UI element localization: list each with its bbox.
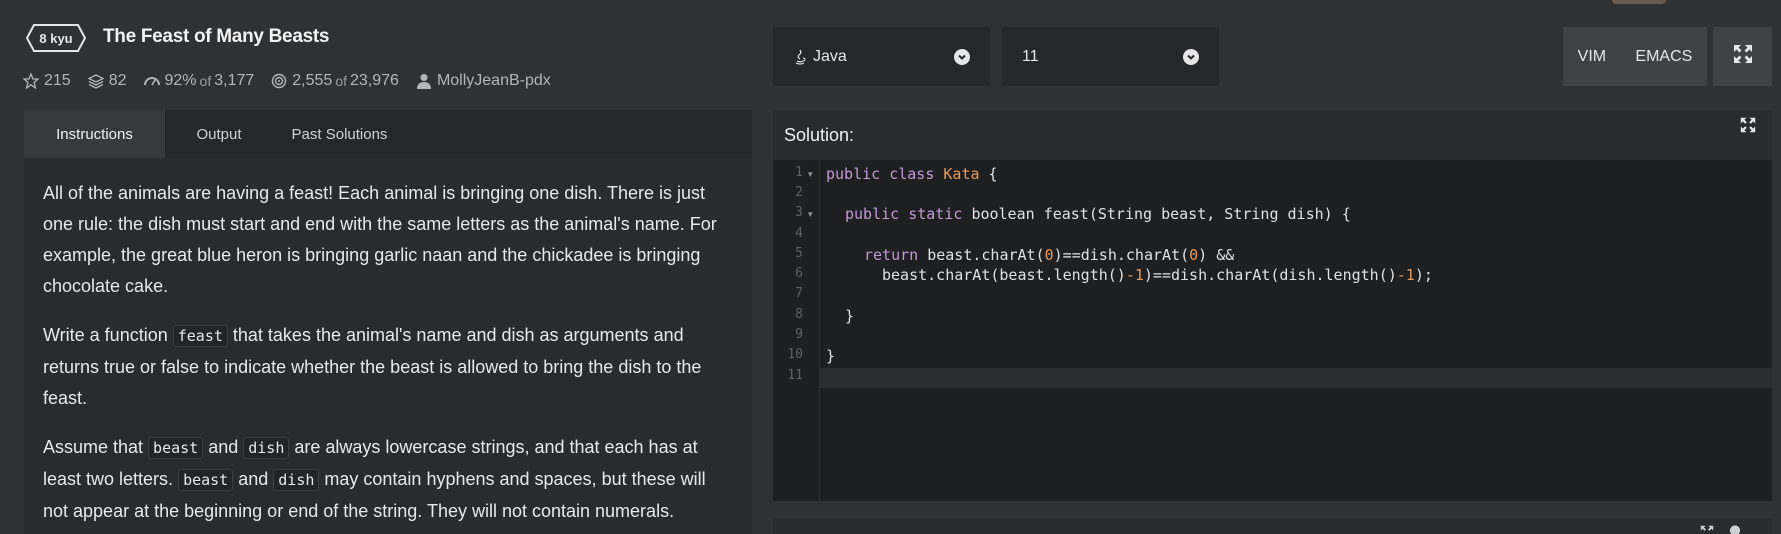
keyword: public static [845,205,972,223]
user-icon [415,72,433,90]
tab-past-solutions[interactable]: Past Solutions [273,110,406,158]
star-icon [22,72,40,90]
satisfaction-percent: 92% [164,72,197,89]
completed-icon [270,72,288,90]
collections-icon [87,72,105,90]
code-line: public static boolean feast(String beast… [845,205,1351,223]
text-span: and [233,469,274,489]
type-name: boolean [971,205,1044,223]
instructions-paragraph: All of the animals are having a feast! E… [43,183,717,296]
code-text: beast.charAt(beast.length() [882,266,1126,284]
satisfaction-votes: 3,177 [214,72,255,89]
line-number: 10 [787,347,803,362]
version-select[interactable]: 11 [1002,27,1219,86]
number-literal: 0 [1189,246,1199,264]
bottom-panel-icons [1700,523,1742,534]
satisfaction-icon [143,72,161,90]
help-icon[interactable] [1728,523,1742,534]
inline-code: dish [273,469,320,491]
keyword: public class [826,165,944,183]
code-line: public class Kata { [826,165,998,183]
solution-label: Solution: [784,125,855,145]
satisfaction-of: of [199,73,212,89]
code-text: )==dish.charAt( [1053,246,1190,264]
keyword: return [864,246,928,264]
satisfaction-stat: 92% of 3,177 [143,72,255,90]
code-line: beast.charAt(beast.length()-1)==dish.cha… [882,266,1433,284]
inline-code: feast [172,325,228,347]
fullscreen-icon [1733,44,1753,69]
text-span: and [203,437,244,457]
number-literal: 0 [1044,246,1054,264]
fold-arrow-icon[interactable]: ▾ [808,209,813,220]
emacs-button[interactable]: EMACS [1635,48,1692,66]
attempts-count: 23,976 [350,72,399,89]
rank-label: 8 kyu [39,30,73,46]
line-number: 1 [795,165,803,180]
chevron-down-icon [1183,48,1199,65]
text-span: Write a function [43,325,173,345]
version-label: 11 [1022,47,1039,65]
tab-instructions[interactable]: Instructions [24,110,165,158]
class-name: Kata [943,165,980,183]
code-text: )==dish.charAt(dish.length() [1143,266,1397,284]
code-text: ); [1414,266,1433,284]
collections-stat[interactable]: 82 [87,72,127,90]
language-label: Java [813,47,847,65]
line-number: 7 [795,286,803,301]
code-line: } [845,307,855,325]
instructions-text: All of the animals are having a feast! E… [43,178,733,534]
code-line: } [826,347,836,365]
avatar[interactable] [1612,0,1666,4]
code-line: return beast.charAt(0)==dish.charAt(0) &… [864,246,1234,264]
stars-stat[interactable]: 215 [22,72,71,90]
inline-code: beast [148,437,204,459]
language-select[interactable]: Java [773,27,990,86]
number-literal: -1 [1396,266,1415,284]
collections-count: 82 [108,72,127,89]
kata-stats: 215 82 92% of 3,177 2,555 of 23,976 Moll… [22,72,567,90]
line-number: 11 [787,368,803,383]
line-number: 5 [795,246,803,261]
author-name[interactable]: MollyJeanB-pdx [437,72,551,90]
line-number: 4 [795,226,803,241]
code-text: beast.charAt( [927,246,1045,264]
editor-mode-group: VIM EMACS [1563,27,1707,86]
test-cases-panel [773,518,1772,534]
inline-code: dish [243,437,290,459]
rank-badge: 8 kyu [26,24,86,52]
line-number: 8 [795,307,803,322]
completed-of: of [335,73,347,89]
vim-button[interactable]: VIM [1578,48,1606,66]
expand-icon[interactable] [1740,117,1756,138]
code-text: feast(String beast, String dish) { [1043,205,1351,223]
text-span: Assume that [43,437,149,457]
line-number: 6 [795,266,803,281]
line-number: 9 [795,327,803,342]
fold-arrow-icon[interactable]: ▾ [808,169,813,180]
inline-code: beast [178,469,234,491]
code-text: ) && [1198,246,1235,264]
author-stat[interactable]: MollyJeanB-pdx [415,72,551,90]
tab-output[interactable]: Output [165,110,273,158]
completed-stat: 2,555 of 23,976 [270,72,399,90]
chevron-down-icon [954,48,970,65]
line-number: 3 [795,205,803,220]
instructions-paragraph: Assume that beast and dish are always lo… [43,432,733,527]
active-line-highlight [820,368,1772,388]
code-text: { [979,165,998,183]
fullscreen-button[interactable] [1713,27,1772,86]
number-literal: -1 [1125,266,1144,284]
java-icon [793,49,807,65]
expand-icon[interactable] [1700,523,1714,534]
panel-tabs: Instructions Output Past Solutions [24,110,752,158]
completed-count: 2,555 [292,72,333,89]
kata-title: The Feast of Many Beasts [103,26,330,47]
stars-count: 215 [44,72,71,89]
line-number: 2 [795,185,803,200]
instructions-paragraph: Write a function feast that takes the an… [43,320,733,414]
